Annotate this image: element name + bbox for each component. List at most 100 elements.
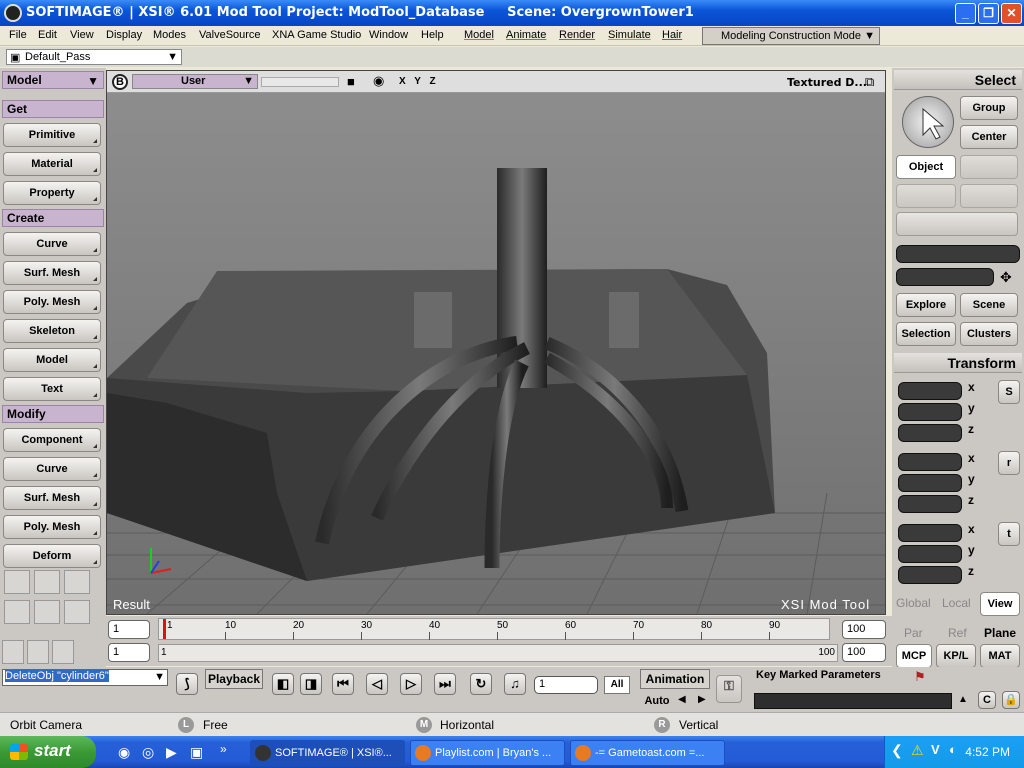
selection-button[interactable]: Selection — [896, 322, 956, 346]
camera-icon[interactable]: ■ — [347, 74, 355, 89]
menu-window[interactable]: Window — [369, 29, 408, 41]
translate-x-field[interactable] — [898, 524, 962, 542]
layout-grid-icon[interactable] — [64, 600, 90, 624]
last-frame-icon[interactable]: ⏭ — [434, 673, 456, 695]
layout-quad-icon[interactable] — [64, 570, 90, 594]
pass-select[interactable]: ▣ Default_Pass ▼ — [6, 49, 182, 65]
explore-button[interactable]: Explore — [896, 293, 956, 317]
module-hair[interactable]: Hair — [662, 29, 682, 41]
rotate-y-label[interactable]: y — [968, 472, 975, 486]
playback-button[interactable]: Playback — [205, 669, 263, 689]
transform-header[interactable]: Transform — [894, 353, 1022, 373]
scale-icon[interactable]: S — [998, 380, 1020, 404]
key-parameter-field[interactable] — [754, 693, 952, 709]
explorer-icon[interactable] — [2, 640, 24, 664]
tray-collapse-icon[interactable]: ❮ — [891, 742, 903, 759]
viewport[interactable]: B User ▼ ■ ◉ X Y Z Textured D... ⧉ Resul… — [106, 70, 886, 615]
local-mode[interactable]: Local — [942, 596, 971, 610]
group-button[interactable]: Group — [960, 96, 1018, 120]
scale-z-label[interactable]: z — [968, 422, 974, 436]
copy-icon[interactable]: C — [978, 691, 996, 709]
rotate-icon[interactable]: r — [998, 451, 1020, 475]
tab-kpl[interactable]: KP/L — [936, 644, 976, 668]
par-mode[interactable]: Par — [904, 626, 923, 640]
key-marked-icon[interactable]: ⚑ — [914, 669, 926, 685]
menu-modes[interactable]: Modes — [153, 29, 186, 41]
menu-edit[interactable]: Edit — [38, 29, 57, 41]
empty-select-slot-3[interactable] — [960, 184, 1018, 208]
start-frame-field[interactable]: 1 — [108, 620, 150, 639]
module-render[interactable]: Render — [559, 29, 595, 41]
range-end-field[interactable]: 100 — [842, 643, 886, 662]
auto-key-button[interactable]: Auto — [640, 692, 674, 710]
create-surf-mesh-button[interactable]: Surf. Mesh — [3, 261, 101, 285]
section-modify[interactable]: Modify — [2, 405, 104, 423]
script-editor-icon[interactable]: ⟆ — [176, 673, 198, 695]
module-select[interactable]: Model ▼ — [2, 71, 104, 89]
all-button[interactable]: All — [604, 676, 630, 694]
ref-mode[interactable]: Ref — [948, 626, 967, 640]
next-key-icon[interactable]: ◨ — [300, 673, 322, 695]
translate-y-label[interactable]: y — [968, 543, 975, 557]
rotate-z-field[interactable] — [898, 495, 962, 513]
module-simulate[interactable]: Simulate — [608, 29, 651, 41]
translate-z-label[interactable]: z — [968, 564, 974, 578]
menu-file[interactable]: File — [9, 29, 27, 41]
end-frame-field[interactable]: 100 — [842, 620, 886, 639]
prev-frame-icon[interactable]: ◁ — [366, 673, 388, 695]
layout-single-icon[interactable] — [34, 570, 60, 594]
warning-icon[interactable]: ⚠ — [911, 742, 924, 759]
playhead[interactable] — [163, 619, 166, 639]
select-arrow-icon[interactable] — [902, 96, 954, 148]
minimize-button[interactable]: _ — [955, 3, 976, 24]
animation-button[interactable]: Animation — [640, 669, 710, 689]
start-button[interactable]: start — [0, 736, 96, 768]
skeleton-button[interactable]: Skeleton — [3, 319, 101, 343]
primitive-button[interactable]: Primitive — [3, 123, 101, 147]
menu-xna-game-studio[interactable]: XNA Game Studio — [272, 29, 361, 41]
play-icon[interactable]: ▷ — [400, 673, 422, 695]
modify-curve-button[interactable]: Curve — [3, 457, 101, 481]
viewport-b-button[interactable]: B — [112, 74, 128, 90]
rotate-x-label[interactable]: x — [968, 451, 975, 465]
center-button[interactable]: Center — [960, 125, 1018, 149]
task-softimage[interactable]: SOFTIMAGE® | XSI®... — [250, 740, 405, 766]
scale-z-field[interactable] — [898, 424, 962, 442]
maximize-view-icon[interactable]: ⧉ — [865, 74, 874, 90]
network-icon[interactable]: ◐ — [949, 742, 957, 757]
palette-icon[interactable] — [52, 640, 74, 664]
modify-poly-mesh-button[interactable]: Poly. Mesh — [3, 515, 101, 539]
mode-select[interactable]: Modeling Construction Mode ▼ — [702, 27, 880, 45]
view-slots[interactable] — [261, 77, 339, 87]
explorer-quicklaunch-icon[interactable]: ◎ — [142, 744, 154, 761]
scene-button[interactable]: Scene — [960, 293, 1018, 317]
close-button[interactable]: ✕ — [1001, 3, 1022, 24]
section-create[interactable]: Create — [2, 209, 104, 227]
axes-toggle[interactable]: X Y Z — [399, 76, 439, 87]
create-curve-button[interactable]: Curve — [3, 232, 101, 256]
text-button[interactable]: Text — [3, 377, 101, 401]
modify-surf-mesh-button[interactable]: Surf. Mesh — [3, 486, 101, 510]
model-button[interactable]: Model — [3, 348, 101, 372]
prev-key-icon[interactable]: ◧ — [272, 673, 294, 695]
first-frame-icon[interactable]: ⏮ — [332, 673, 354, 695]
object-button[interactable]: Object — [896, 155, 956, 179]
loop-icon[interactable]: ↻ — [470, 673, 492, 695]
section-get[interactable]: Get — [2, 100, 104, 118]
rotate-z-label[interactable]: z — [968, 493, 974, 507]
selection-field-2[interactable] — [896, 268, 994, 286]
translate-z-field[interactable] — [898, 566, 962, 584]
quicklaunch-expand-icon[interactable]: » — [220, 742, 227, 756]
media-quicklaunch-icon[interactable]: ▶ — [166, 744, 177, 761]
layout-vertical-icon[interactable] — [34, 600, 60, 624]
restore-button[interactable]: ❐ — [978, 3, 999, 24]
selection-field[interactable] — [896, 245, 1020, 263]
translate-x-label[interactable]: x — [968, 522, 975, 536]
eye-icon[interactable]: ◉ — [373, 73, 384, 89]
module-animate[interactable]: Animate — [506, 29, 546, 41]
layout-curve-icon[interactable] — [4, 570, 30, 594]
scale-x-label[interactable]: x — [968, 380, 975, 394]
translate-y-field[interactable] — [898, 545, 962, 563]
antivirus-icon[interactable]: V — [931, 742, 940, 757]
menu-valvesource[interactable]: ValveSource — [199, 29, 261, 41]
